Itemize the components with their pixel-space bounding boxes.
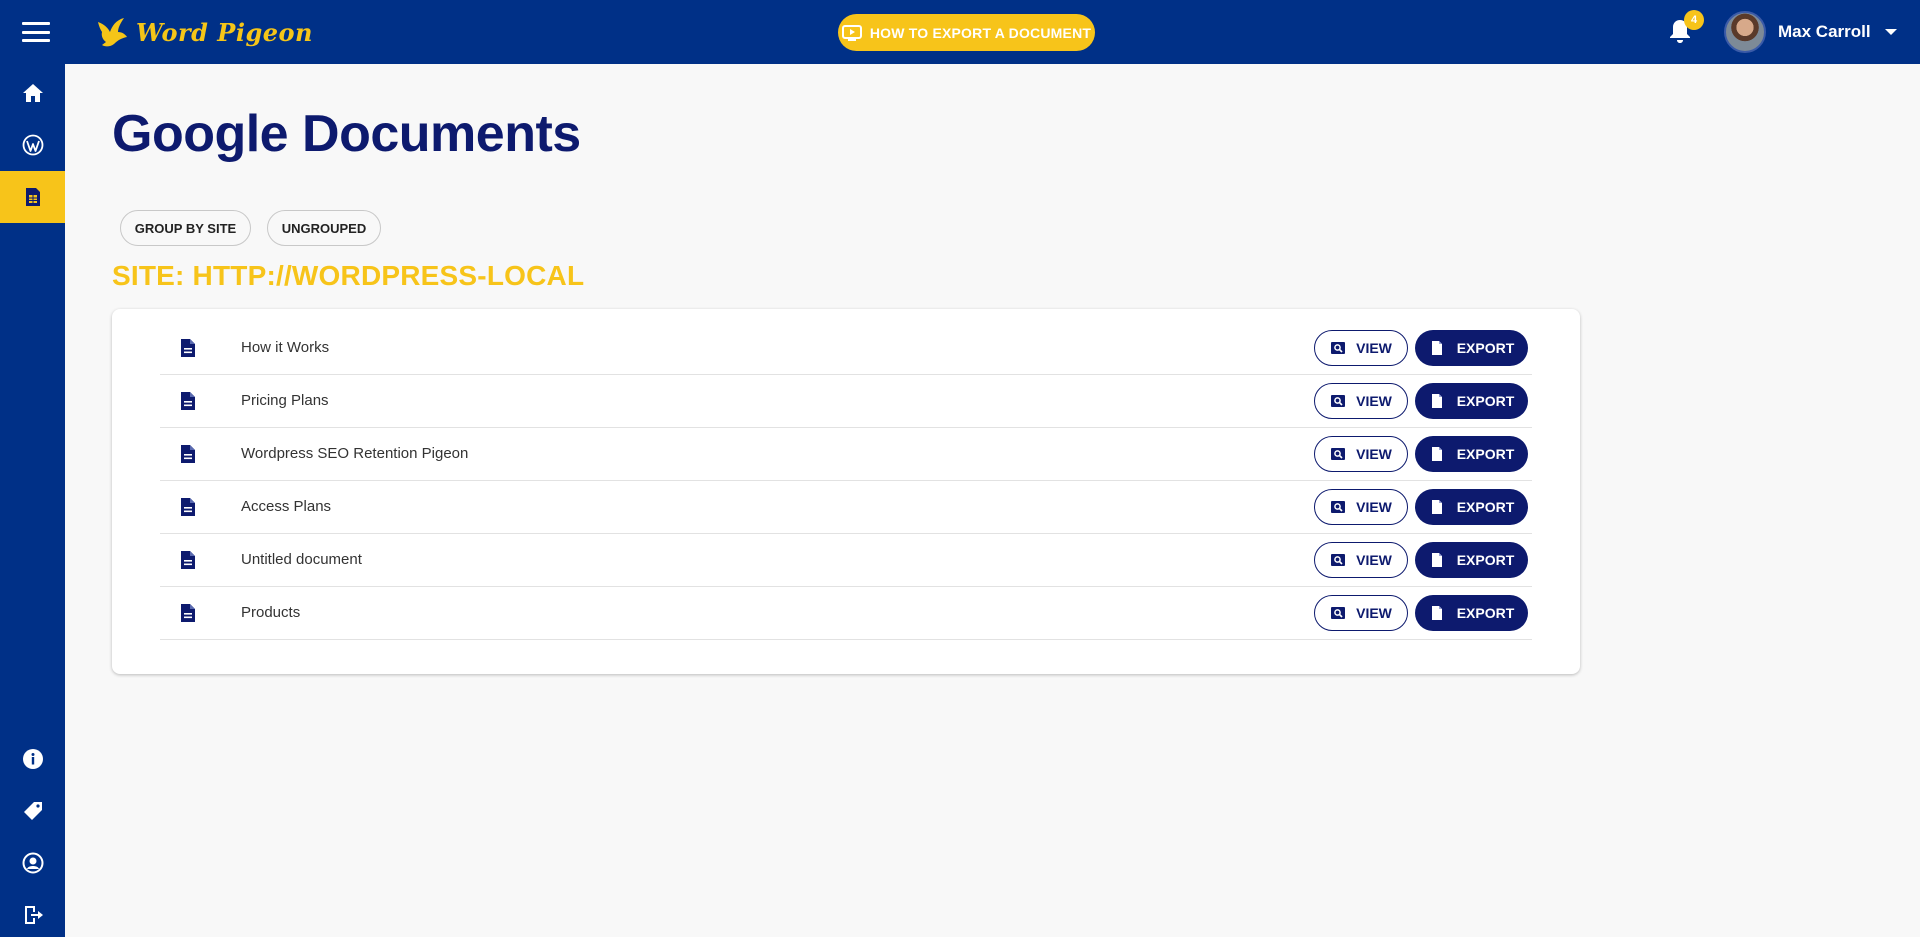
file-icon [1431,606,1442,620]
view-button-label: VIEW [1356,340,1392,356]
user-name: Max Carroll [1778,22,1871,41]
avatar [1724,11,1766,53]
sidebar-item-home[interactable] [0,67,65,119]
export-button-label: EXPORT [1456,393,1515,409]
view-button-label: VIEW [1356,393,1392,409]
info-icon [22,749,43,769]
wordpress-icon [22,134,43,156]
export-button-label: EXPORT [1456,446,1515,462]
export-button[interactable]: EXPORT [1415,330,1528,366]
document-icon [181,445,195,463]
view-button[interactable]: VIEW [1314,436,1408,472]
document-name: How it Works [241,339,330,356]
export-button[interactable]: EXPORT [1415,436,1528,472]
view-button[interactable]: VIEW [1314,383,1408,419]
document-name: Products [241,604,301,621]
notification-badge: 4 [1684,10,1704,30]
view-button[interactable]: VIEW [1314,489,1408,525]
user-menu[interactable]: Max Carroll [1724,11,1897,53]
export-button[interactable]: EXPORT [1415,595,1528,631]
export-button[interactable]: EXPORT [1415,489,1528,525]
search-doc-icon [1331,448,1346,460]
export-button[interactable]: EXPORT [1415,542,1528,578]
documents-card: How it Works VIEW EXPORT Pricing Plans V… [112,309,1580,674]
document-name: Wordpress SEO Retention Pigeon [241,445,469,462]
document-name: Untitled document [241,551,362,568]
view-button[interactable]: VIEW [1314,542,1408,578]
logout-icon [24,906,43,924]
brand-logo[interactable]: Word Pigeon [94,12,313,52]
document-icon [181,604,195,622]
document-row: Products VIEW EXPORT [160,587,1532,640]
sidebar-item-wordpress[interactable] [0,119,65,171]
how-to-export-button[interactable]: HOW TO EXPORT A DOCUMENT [838,14,1095,51]
home-icon [22,84,43,102]
file-icon [1431,341,1442,355]
file-icon [1431,394,1442,408]
file-icon [1431,553,1442,567]
menu-toggle-icon[interactable] [22,22,50,42]
view-button-label: VIEW [1356,499,1392,515]
view-button-label: VIEW [1356,605,1392,621]
document-name: Access Plans [241,498,332,515]
sidebar-item-google-docs[interactable] [0,171,65,223]
export-button[interactable]: EXPORT [1415,383,1528,419]
sidebar [0,64,65,937]
search-doc-icon [1331,395,1346,407]
how-to-export-label: HOW TO EXPORT A DOCUMENT [869,24,1092,41]
price-tag-icon [23,802,42,820]
sidebar-item-account[interactable] [0,837,65,889]
document-row: Access Plans VIEW EXPORT [160,481,1532,534]
video-play-icon [841,24,862,41]
user-circle-icon [22,852,43,874]
group-by-site-button[interactable]: GROUP BY SITE [120,210,251,246]
chevron-down-icon [1884,29,1897,35]
export-button-label: EXPORT [1456,499,1515,515]
export-button-label: EXPORT [1456,605,1515,621]
view-button-label: VIEW [1356,552,1392,568]
document-icon [181,551,195,569]
view-button-label: VIEW [1356,446,1392,462]
top-bar: Word Pigeon HOW TO EXPORT A DOCUMENT 4 M… [0,0,1920,64]
document-icon [181,392,195,410]
document-row: Wordpress SEO Retention Pigeon VIEW EXPO… [160,428,1532,481]
export-button-label: EXPORT [1456,552,1515,568]
document-icon [181,339,195,357]
sidebar-item-info[interactable] [0,733,65,785]
search-doc-icon [1331,501,1346,513]
file-icon [1431,500,1442,514]
document-name: Pricing Plans [241,392,329,409]
site-heading: SITE: HTTP://WORDPRESS-LOCAL [112,260,585,291]
brand-name: Word Pigeon [136,17,313,47]
document-row: How it Works VIEW EXPORT [160,322,1532,375]
document-row: Pricing Plans VIEW EXPORT [160,375,1532,428]
export-button-label: EXPORT [1456,340,1515,356]
view-button[interactable]: VIEW [1314,330,1408,366]
search-doc-icon [1331,607,1346,619]
page-title: Google Documents [112,105,581,163]
google-docs-icon [25,188,40,206]
file-icon [1431,447,1442,461]
document-row: Untitled document VIEW EXPORT [160,534,1532,587]
search-doc-icon [1331,554,1346,566]
sidebar-item-logout[interactable] [0,889,65,937]
document-icon [181,498,195,516]
search-doc-icon [1331,342,1346,354]
view-button[interactable]: VIEW [1314,595,1408,631]
pigeon-logo-icon [98,18,127,47]
sidebar-item-pricing[interactable] [0,785,65,837]
ungrouped-button[interactable]: UNGROUPED [267,210,381,246]
